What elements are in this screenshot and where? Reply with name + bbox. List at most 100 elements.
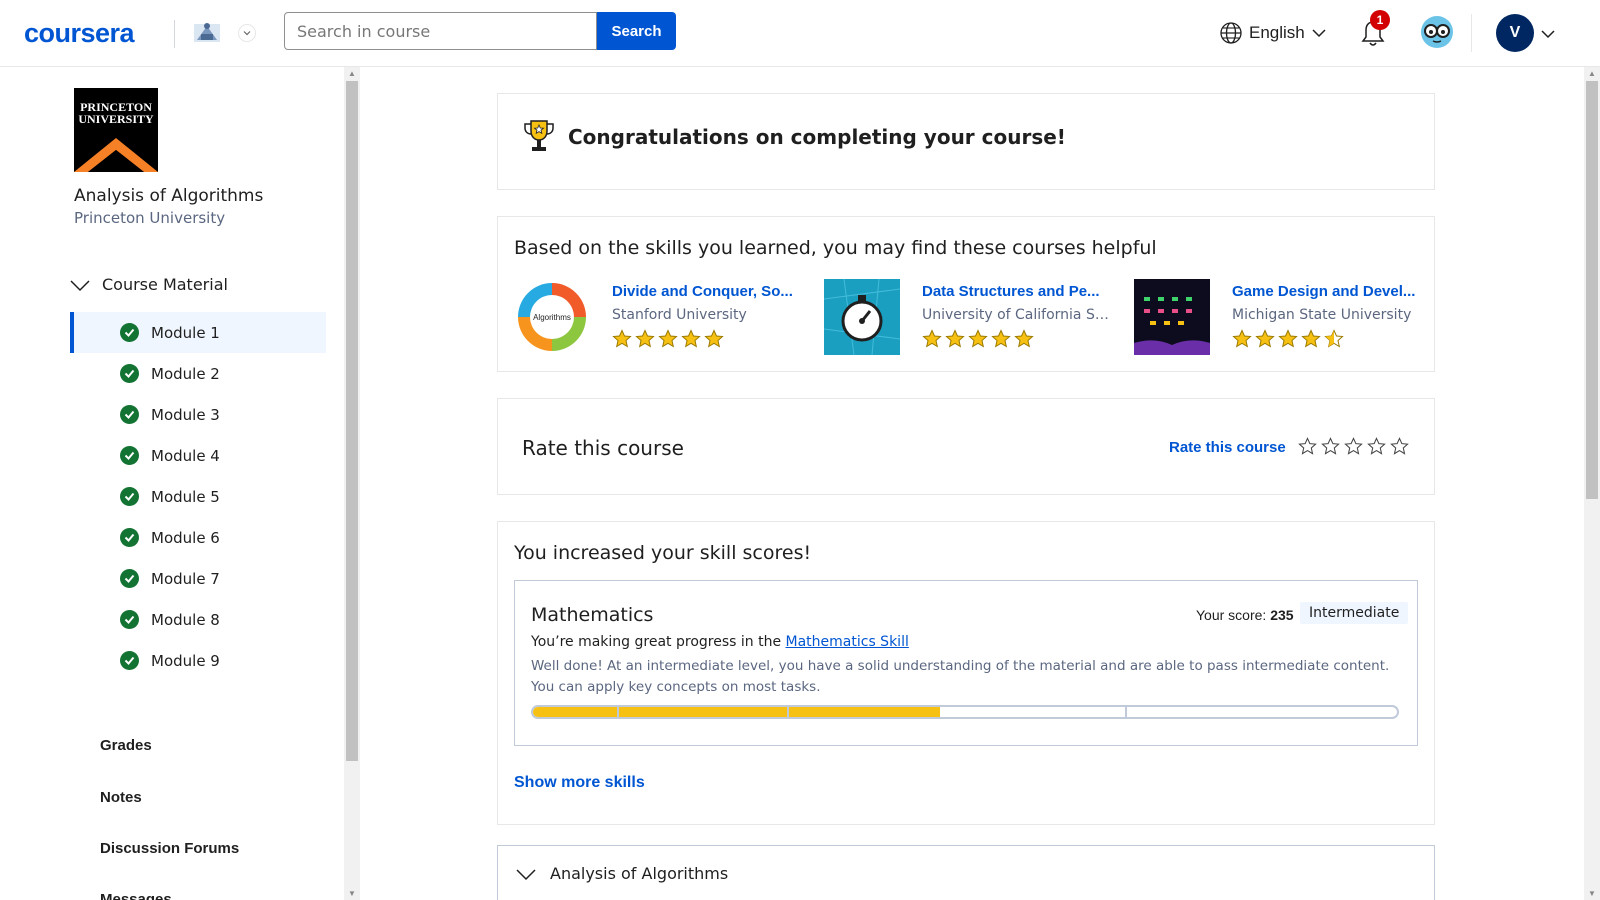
course-outline-accordion[interactable]: Analysis of Algorithms <box>497 845 1435 900</box>
module-item[interactable]: Module 6 <box>70 517 326 558</box>
user-menu-chevron-icon[interactable] <box>1540 26 1556 42</box>
chevron-down-icon <box>1312 29 1326 38</box>
course-search-input[interactable] <box>284 12 597 50</box>
rate-course-card: Rate this course Rate this course <box>497 398 1435 495</box>
recommended-course[interactable]: Algorithms Divide and Conquer, So... Sta… <box>514 279 814 359</box>
course-material-toggle[interactable]: Course Material <box>70 275 228 294</box>
recommended-course-partner: Michigan State University <box>1232 307 1412 323</box>
course-material-label: Course Material <box>102 275 228 294</box>
module-item[interactable]: Module 8 <box>70 599 326 640</box>
sidebar-scrollbar-thumb[interactable] <box>346 81 358 761</box>
recommended-course-partner: Stanford University <box>612 307 747 323</box>
module-item[interactable]: Module 3 <box>70 394 326 435</box>
rate-course-link[interactable]: Rate this course <box>1169 439 1286 456</box>
course-thumbnail <box>824 279 900 355</box>
sidebar-link-notes[interactable]: Notes <box>100 789 142 806</box>
trophy-icon <box>524 120 554 151</box>
star-icon <box>612 329 632 354</box>
skill-description: Well done! At an intermediate level, you… <box>531 658 1390 695</box>
module-label: Module 3 <box>151 405 220 424</box>
module-item[interactable]: Module 5 <box>70 476 326 517</box>
scroll-up-arrow-icon[interactable]: ▲ <box>1588 69 1596 78</box>
partner-logo-icon[interactable] <box>192 18 222 48</box>
sidebar-link-discussion-forums[interactable]: Discussion Forums <box>100 840 239 857</box>
skill-name: Mathematics <box>531 604 654 626</box>
course-rating <box>612 329 724 354</box>
sidebar-link-grades[interactable]: Grades <box>100 737 152 754</box>
rate-star-icon[interactable] <box>1344 437 1363 461</box>
skill-progress-bar <box>531 705 1399 719</box>
accordion-title: Analysis of Algorithms <box>550 864 729 883</box>
completed-check-icon <box>120 323 139 342</box>
star-icon <box>968 329 988 354</box>
completed-check-icon <box>120 405 139 424</box>
coursera-logo[interactable]: coursera <box>24 18 135 49</box>
module-item[interactable]: Module 1 <box>70 312 326 353</box>
progress-fill <box>789 707 941 717</box>
recommended-course-name[interactable]: Data Structures and Pe... <box>922 283 1122 300</box>
congrats-card: Congratulations on completing your cours… <box>497 93 1435 190</box>
recommended-course[interactable]: Data Structures and Pe... University of … <box>824 279 1124 359</box>
course-thumbnail <box>1134 279 1210 355</box>
star-icon <box>945 329 965 354</box>
notification-badge: 1 <box>1370 10 1390 30</box>
course-thumbnail: Algorithms <box>514 279 590 355</box>
module-item[interactable]: Module 9 <box>70 640 326 681</box>
sidebar-scrollbar[interactable]: ▲ ▼ <box>344 67 360 900</box>
course-rating <box>1232 329 1344 354</box>
star-icon <box>1278 329 1298 354</box>
language-selector[interactable]: English <box>1219 21 1327 45</box>
score-label: Your score: <box>1196 607 1267 623</box>
recommendations-card: Based on the skills you learned, you may… <box>497 216 1435 372</box>
user-avatar[interactable]: V <box>1496 14 1534 52</box>
search-button[interactable]: Search <box>597 12 676 50</box>
scroll-up-arrow-icon[interactable]: ▲ <box>348 69 356 78</box>
chevron-down-icon <box>516 868 536 880</box>
show-more-skills-link[interactable]: Show more skills <box>514 774 645 792</box>
logo-divider <box>174 20 175 48</box>
skill-scores-heading: You increased your skill scores! <box>514 542 812 564</box>
recommended-course[interactable]: Game Design and Devel... Michigan State … <box>1134 279 1434 359</box>
progress-fill <box>533 707 617 717</box>
course-university: Princeton University <box>74 209 226 227</box>
rate-star-icon[interactable] <box>1298 437 1317 461</box>
partner-switcher-chevron-icon[interactable] <box>238 24 256 42</box>
course-sidebar: PRINCETON UNIVERSITY Analysis of Algorit… <box>0 67 344 900</box>
score-value: 235 <box>1270 607 1294 623</box>
main-scrollbar-thumb[interactable] <box>1586 81 1598 499</box>
module-label: Module 7 <box>151 569 220 588</box>
progress-segment <box>1127 707 1381 717</box>
language-label: English <box>1249 23 1305 42</box>
university-logo: PRINCETON UNIVERSITY <box>74 88 158 172</box>
module-label: Module 8 <box>151 610 220 629</box>
course-title[interactable]: Analysis of Algorithms <box>74 186 263 206</box>
university-logo-text: PRINCETON UNIVERSITY <box>78 100 154 126</box>
recommendations-heading: Based on the skills you learned, you may… <box>514 237 1157 259</box>
coach-icon[interactable] <box>1420 15 1454 49</box>
rate-star-icon[interactable] <box>1321 437 1340 461</box>
main-scrollbar[interactable]: ▲ ▼ <box>1584 67 1600 900</box>
course-rating <box>922 329 1034 354</box>
accordion-header[interactable]: Analysis of Algorithms <box>516 864 728 883</box>
rate-course-label: Rate this course <box>522 436 684 460</box>
rate-course-stars[interactable] <box>1298 437 1409 461</box>
completed-check-icon <box>120 446 139 465</box>
recommended-course-name[interactable]: Divide and Conquer, So... <box>612 283 812 300</box>
scroll-down-arrow-icon[interactable]: ▼ <box>1588 889 1596 898</box>
recommended-course-name[interactable]: Game Design and Devel... <box>1232 283 1432 300</box>
rate-star-icon[interactable] <box>1390 437 1409 461</box>
sidebar-link-messages[interactable]: Messages <box>100 891 172 900</box>
completed-check-icon <box>120 487 139 506</box>
module-item[interactable]: Module 4 <box>70 435 326 476</box>
module-item[interactable]: Module 7 <box>70 558 326 599</box>
module-list: Module 1 Module 2 Module 3 Module 4 Module 5… <box>70 312 326 681</box>
module-label: Module 9 <box>151 651 220 670</box>
rate-star-icon[interactable] <box>1367 437 1386 461</box>
skill-score-box: Mathematics Your score: 235 Intermediate… <box>514 580 1418 746</box>
star-icon <box>704 329 724 354</box>
star-icon <box>1255 329 1275 354</box>
mathematics-skill-link[interactable]: Mathematics Skill <box>786 634 909 650</box>
module-item[interactable]: Module 2 <box>70 353 326 394</box>
scroll-down-arrow-icon[interactable]: ▼ <box>348 889 356 898</box>
skill-score: Your score: 235 <box>1196 607 1294 623</box>
